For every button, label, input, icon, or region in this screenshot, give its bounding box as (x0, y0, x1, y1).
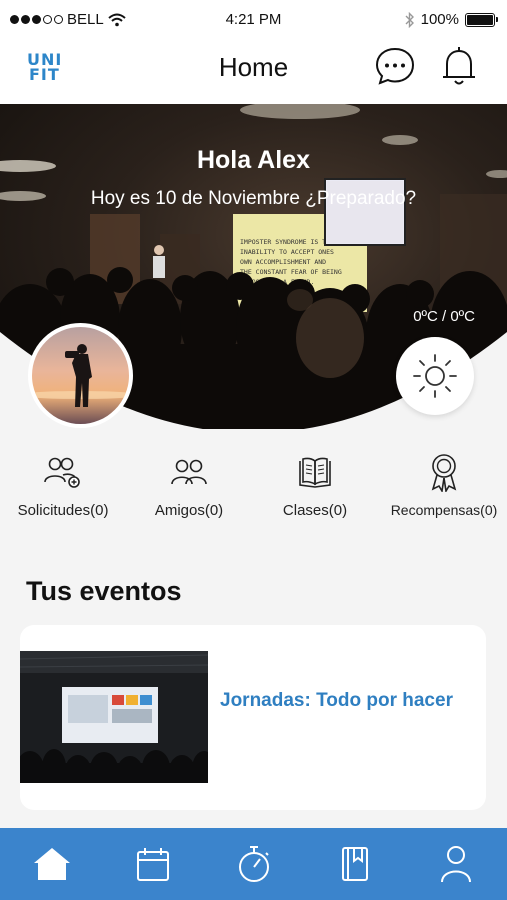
nav-home[interactable] (30, 844, 74, 884)
event-card[interactable]: Jornadas: Todo por hacer (20, 625, 486, 810)
stat-label: Recompensas(0) (390, 502, 498, 518)
stat-amigos[interactable]: Amigos(0) (126, 452, 252, 519)
event-title[interactable]: Jornadas: Todo por hacer (220, 690, 486, 712)
nav-classes[interactable] (333, 844, 377, 884)
battery-icon (465, 12, 498, 27)
add-users-icon (44, 457, 80, 488)
status-bar: BELL 4:21 PM 100% (0, 0, 507, 40)
photographer-silhouette-image (32, 327, 129, 424)
svg-text:INABILITY TO ACCEPT ONES: INABILITY TO ACCEPT ONES (240, 248, 334, 256)
stat-label: Amigos(0) (154, 502, 224, 519)
stat-clases[interactable]: Clases(0) (252, 452, 378, 519)
book-icon (299, 457, 331, 488)
notifications-button[interactable] (438, 45, 480, 87)
temperature-readout: 0ºC / 0ºC (413, 308, 475, 325)
profile-icon (441, 846, 471, 883)
bottom-nav (0, 828, 507, 900)
profile-avatar[interactable] (28, 323, 133, 428)
stat-label: Clases(0) (282, 502, 348, 519)
bookmark-book-icon (342, 847, 368, 881)
award-icon (431, 454, 457, 492)
stat-recompensas[interactable]: Recompensas(0) (381, 452, 507, 518)
stat-solicitudes[interactable]: Solicitudes(0) (0, 452, 126, 519)
nav-calendar[interactable] (131, 844, 175, 884)
battery-percent: 100% (420, 11, 459, 28)
events-section-title: Tus eventos (26, 576, 182, 606)
event-image (20, 651, 208, 783)
svg-text:OWN ACCOMPLISHMENT AND: OWN ACCOMPLISHMENT AND (240, 258, 326, 266)
stat-label: Solicitudes(0) (17, 502, 109, 519)
bluetooth-icon (405, 11, 414, 28)
greeting-title: Hola Alex (196, 146, 310, 174)
home-icon (34, 848, 70, 880)
stats-row: Solicitudes(0) Amigos(0) Clases(0) Recom… (0, 452, 507, 532)
bell-icon (443, 47, 475, 85)
svg-text:THE CONSTANT FEAR OF BEING: THE CONSTANT FEAR OF BEING (240, 268, 342, 276)
weather-button[interactable] (396, 337, 474, 415)
users-icon (171, 459, 207, 485)
nav-timer[interactable] (232, 844, 276, 884)
sun-icon (413, 354, 457, 398)
chat-button[interactable] (374, 45, 416, 87)
app-header: UNI FIT Home (0, 40, 507, 104)
svg-text:IMPOSTER SYNDROME IS THE: IMPOSTER SYNDROME IS THE (240, 238, 334, 246)
calendar-icon (137, 848, 169, 881)
nav-profile[interactable] (434, 844, 478, 884)
battery-info: 100% (405, 11, 498, 28)
stopwatch-icon (239, 846, 269, 882)
chat-bubble-icon (375, 47, 415, 85)
date-subtitle: Hoy es 10 de Noviembre ¿Preparado? (90, 188, 417, 209)
event-stage-image (20, 651, 208, 783)
page-title: Home (218, 52, 289, 82)
